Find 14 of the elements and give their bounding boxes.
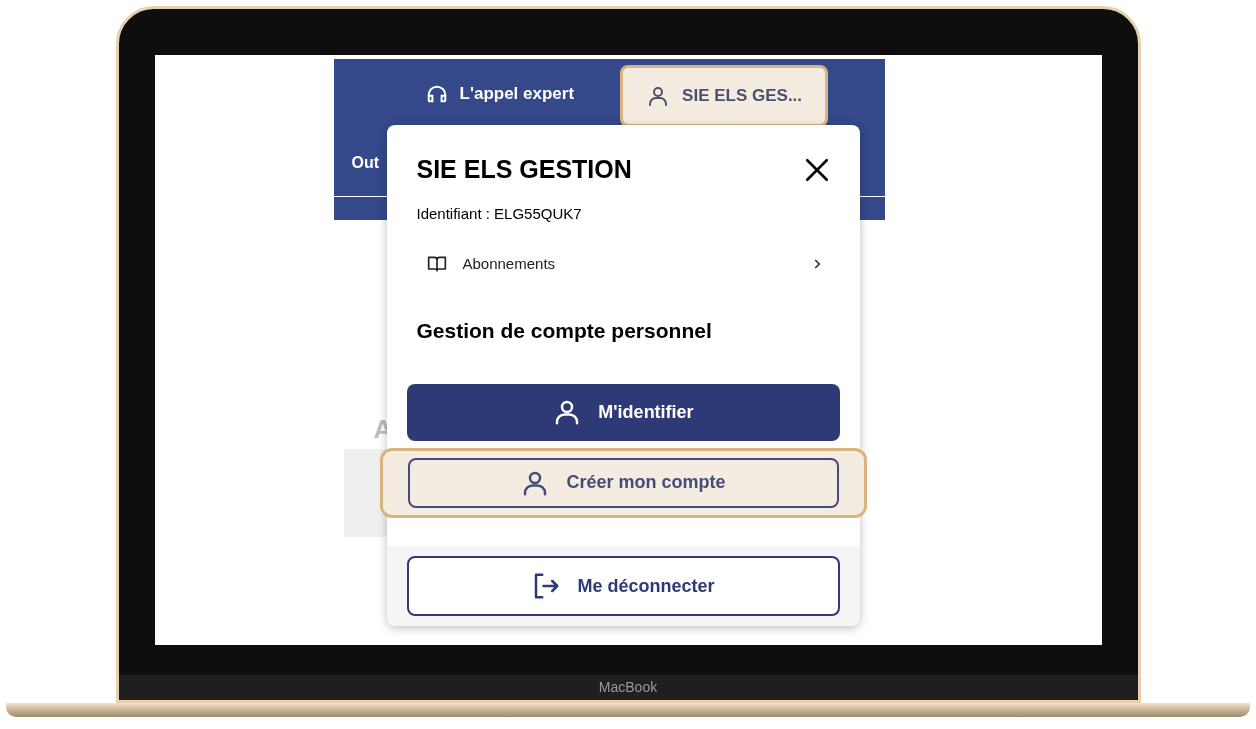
menu-title: SIE ELS GESTION (416, 154, 632, 185)
headset-icon (425, 83, 448, 105)
expert-call-link[interactable]: L'appel expert (425, 81, 575, 107)
nav-item[interactable]: Out (351, 150, 380, 175)
menu-item[interactable]: Abonnements (416, 247, 830, 281)
logout-button[interactable]: Me déconnecter (406, 556, 840, 616)
close-icon[interactable] (803, 156, 830, 183)
device-label: MacBook (598, 678, 658, 697)
identifier-text: Identifiant : ELG55QUK7 (416, 203, 583, 224)
book-icon (426, 254, 447, 274)
section-title: Gestion de compte personnel (416, 318, 713, 344)
menu-button[interactable]: Créer mon compte (407, 457, 839, 508)
account-button[interactable]: SIE ELS GES... (620, 65, 829, 127)
menu-button[interactable]: M'identifier (406, 383, 840, 441)
